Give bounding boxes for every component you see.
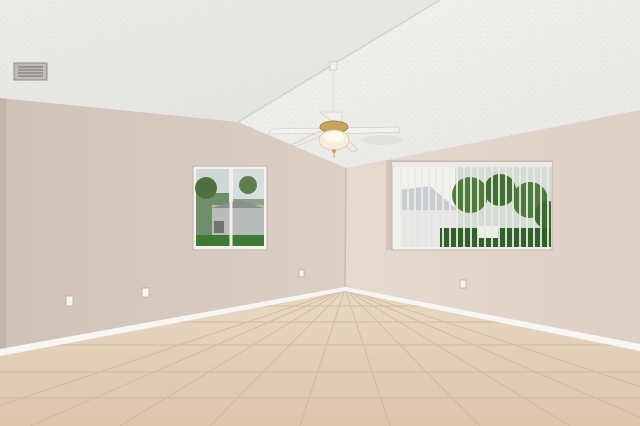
left-window <box>192 165 268 251</box>
fan-shadow <box>362 135 402 145</box>
room-photo <box>0 0 640 426</box>
right-window-with-blinds <box>386 160 553 251</box>
ceiling-vent <box>13 62 48 81</box>
